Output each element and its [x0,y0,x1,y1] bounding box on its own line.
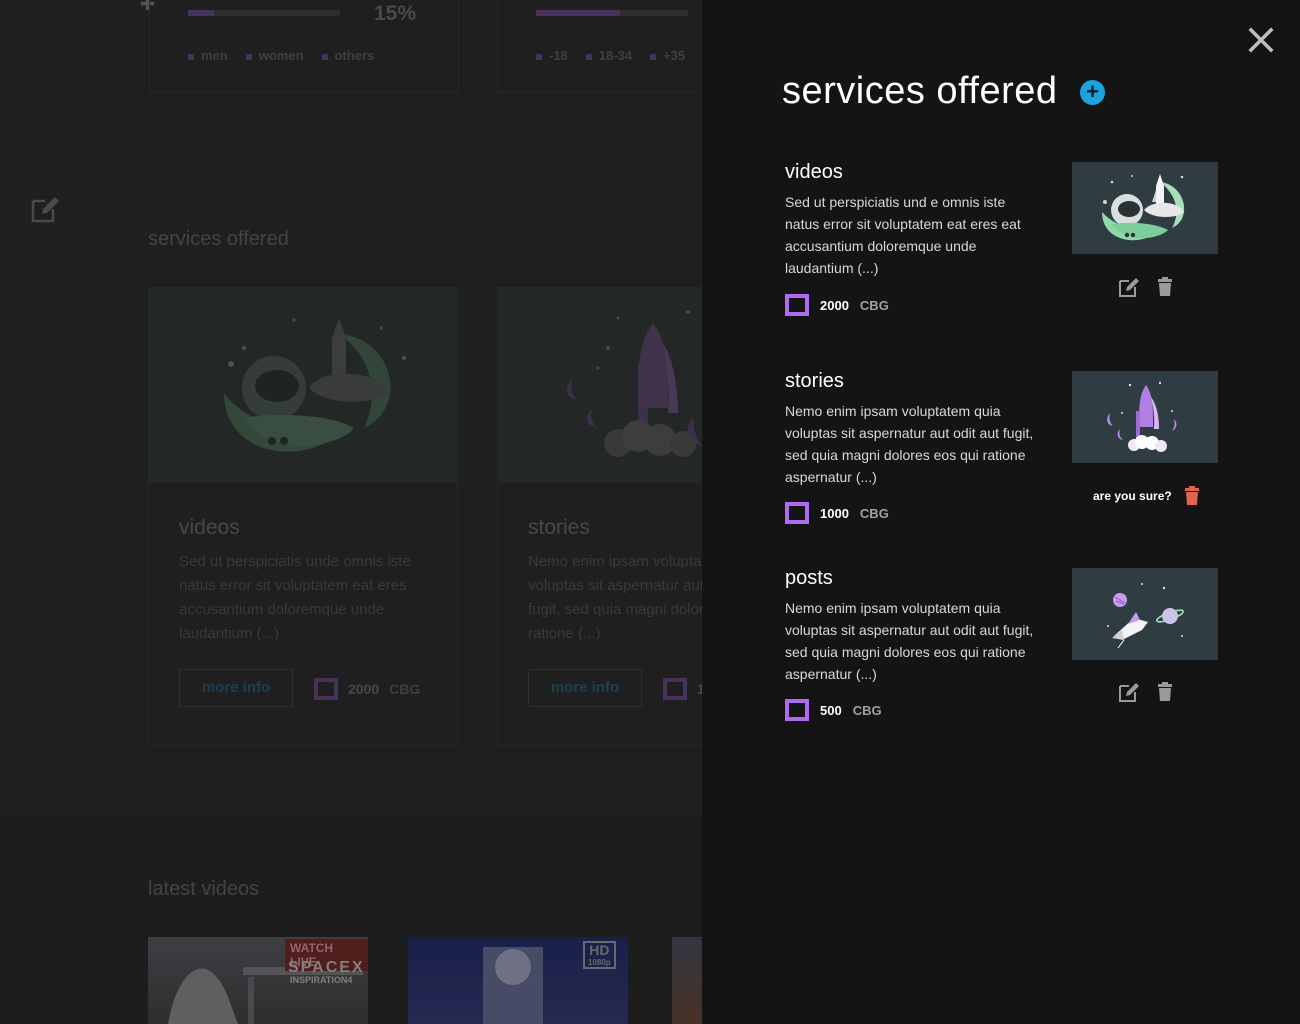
services-panel: services offered + videos Sed ut perspic… [702,0,1300,1024]
service-actions [1118,276,1176,298]
trash-icon[interactable] [1181,485,1203,507]
panel-service-posts: posts Nemo enim ipsam voluptatem quia vo… [785,567,1225,747]
delete-confirmation: are you sure? [1093,485,1203,507]
service-thumbnail [1072,371,1218,463]
rocket-illustration [1107,381,1177,452]
trash-icon[interactable] [1154,681,1176,703]
service-description: Nemo enim ipsam voluptatem quia voluptas… [785,600,1034,682]
confirm-label: are you sure? [1093,489,1172,503]
price-value: 500 [820,702,842,718]
price-value: 2000 [820,297,849,313]
panel-service-videos: videos Sed ut perspiciatis und e omnis i… [785,161,1225,351]
edit-icon[interactable] [1118,276,1140,298]
service-title: posts [785,567,833,589]
panel-title: services offered [782,70,1058,112]
checkbox-icon[interactable] [785,502,809,524]
service-actions [1118,681,1176,703]
service-price: 1000 CBG [785,502,889,524]
service-description: Nemo enim ipsam voluptatem quia voluptas… [785,403,1034,485]
service-title: stories [785,370,844,392]
price-unit: CBG [852,702,882,718]
price-unit: CBG [859,505,889,521]
price-unit: CBG [859,297,889,313]
astronaut-illustration [1102,174,1185,241]
shuttle-planets-illustration [1107,583,1185,649]
panel-service-stories: stories Nemo enim ipsam voluptatem quia … [785,370,1225,550]
plus-icon: + [1086,79,1099,104]
checkbox-icon[interactable] [785,294,809,316]
edit-icon[interactable] [1118,681,1140,703]
service-description: Sed ut perspiciatis und e omnis iste nat… [785,194,1021,276]
checkbox-icon[interactable] [785,699,809,721]
service-price: 500 CBG [785,699,882,721]
add-service-button[interactable]: + [1080,80,1105,105]
service-thumbnail [1072,568,1218,660]
service-title: videos [785,161,843,183]
trash-icon[interactable] [1154,276,1176,298]
price-value: 1000 [820,505,849,521]
service-thumbnail [1072,162,1218,254]
service-price: 2000 CBG [785,294,889,316]
close-icon[interactable] [1248,27,1274,53]
